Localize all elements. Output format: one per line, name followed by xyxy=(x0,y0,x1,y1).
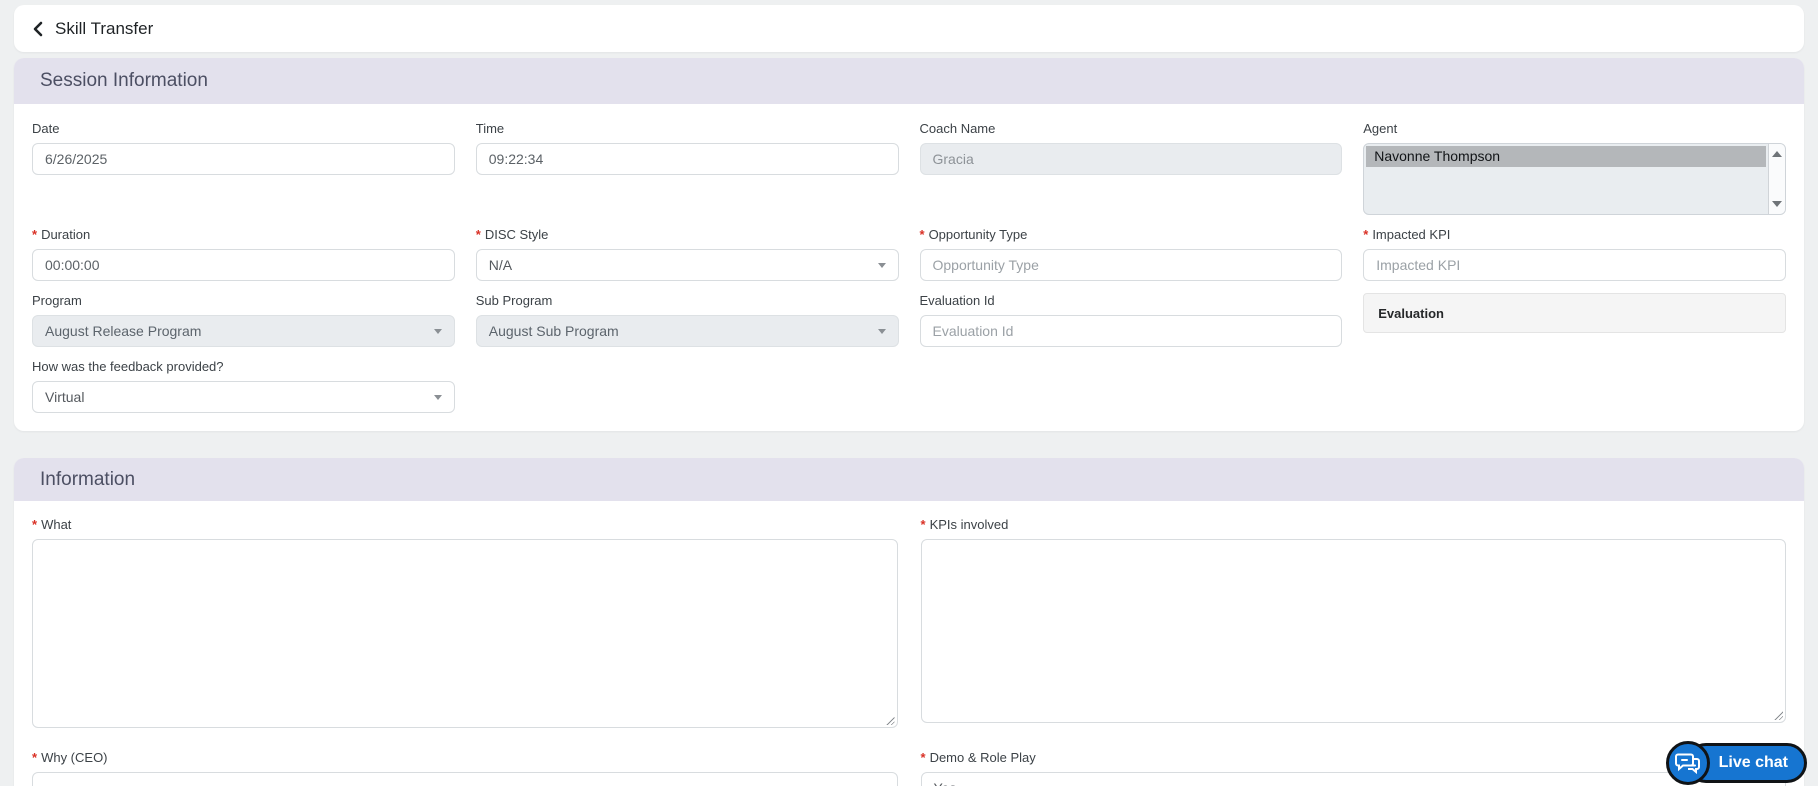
sub-program-value: August Sub Program xyxy=(488,323,619,339)
information-card: Information * What * KPIs involved * Why… xyxy=(14,458,1804,786)
demo-role-play-label: * Demo & Role Play xyxy=(920,750,1036,765)
date-label: Date xyxy=(32,121,60,136)
coach-name-input xyxy=(919,143,1343,175)
time-input[interactable] xyxy=(475,143,899,175)
coach-name-label: Coach Name xyxy=(919,121,996,136)
field-feedback-provided: How was the feedback provided? Virtual xyxy=(32,359,455,413)
information-section-title: Information xyxy=(40,468,136,490)
field-evaluation-id: Evaluation Id xyxy=(919,293,1343,347)
scroll-up-button[interactable] xyxy=(1769,146,1785,162)
speech-bubbles-icon xyxy=(1674,753,1700,775)
live-chat-widget[interactable]: Live chat xyxy=(1665,741,1807,785)
form-row-3: Program August Release Program Sub Progr… xyxy=(32,293,1786,347)
field-evaluation: Evaluation xyxy=(1363,293,1786,333)
sub-program-label: Sub Program xyxy=(475,293,553,308)
field-why-ceo: * Why (CEO) xyxy=(32,750,898,786)
field-agent: Agent Navonne Thompson xyxy=(1363,121,1786,215)
chevron-down-icon xyxy=(433,328,442,334)
program-value: August Release Program xyxy=(45,323,202,339)
program-select: August Release Program xyxy=(32,315,455,347)
agent-listbox[interactable]: Navonne Thompson xyxy=(1363,143,1786,215)
duration-input[interactable] xyxy=(32,249,455,281)
field-duration: * Duration xyxy=(32,227,455,281)
feedback-provided-label: How was the feedback provided? xyxy=(32,359,224,374)
required-marker: * xyxy=(32,517,38,532)
information-header: Information xyxy=(14,458,1804,501)
kpis-involved-label: * KPIs involved xyxy=(920,517,1009,532)
date-input[interactable] xyxy=(32,143,455,175)
sub-program-select: August Sub Program xyxy=(475,315,899,347)
information-body: * What * KPIs involved * Why (CEO) * Dem… xyxy=(14,501,1804,786)
evaluation-panel-label: Evaluation xyxy=(1378,305,1444,321)
session-information-body: Date Time Coach Name Agent Navonne Thomp… xyxy=(14,104,1804,431)
disc-style-label: * DISC Style xyxy=(475,227,549,242)
listbox-scrollbar[interactable] xyxy=(1768,144,1785,214)
required-marker: * xyxy=(919,227,925,242)
chevron-down-icon xyxy=(877,262,886,268)
form-row-2: *Duration *DISC Style N/A *Opportunity T… xyxy=(32,227,1786,281)
impacted-kpi-label: * Impacted KPI xyxy=(1363,227,1451,242)
live-chat-label: Live chat xyxy=(1718,754,1788,771)
agent-label: Agent xyxy=(1363,121,1398,136)
triangle-down-icon xyxy=(1772,201,1782,207)
field-date: Date xyxy=(32,121,455,175)
chevron-left-icon xyxy=(33,21,43,36)
what-label: * What xyxy=(32,517,72,532)
field-disc-style: * DISC Style N/A xyxy=(475,227,899,281)
required-marker: * xyxy=(32,750,38,765)
back-button[interactable] xyxy=(31,21,45,37)
info-row-2: *Why (CEO) *Demo & Role Play Yes xyxy=(32,750,1786,786)
chevron-down-icon xyxy=(433,394,442,400)
required-marker: * xyxy=(32,227,38,242)
page-title: Skill Transfer xyxy=(55,18,154,38)
agent-selected-option[interactable]: Navonne Thompson xyxy=(1366,146,1766,167)
why-ceo-label: * Why (CEO) xyxy=(32,750,108,765)
evaluation-id-input[interactable] xyxy=(919,315,1343,347)
field-demo-role-play: *Demo & Role Play Yes xyxy=(920,750,1786,786)
opportunity-type-input[interactable] xyxy=(919,249,1343,281)
opportunity-type-label: * Opportunity Type xyxy=(919,227,1028,242)
required-marker: * xyxy=(475,227,481,242)
evaluation-id-label: Evaluation Id xyxy=(919,293,995,308)
why-ceo-textarea[interactable] xyxy=(32,772,898,786)
required-marker: * xyxy=(1363,227,1369,242)
required-marker: * xyxy=(920,517,926,532)
disc-style-value: N/A xyxy=(488,257,513,273)
session-information-header: Session Information xyxy=(14,58,1804,104)
kpis-involved-textarea[interactable] xyxy=(920,539,1786,723)
field-time: Time xyxy=(475,121,899,175)
feedback-provided-select[interactable]: Virtual xyxy=(32,381,455,413)
demo-role-play-select[interactable]: Yes xyxy=(920,772,1786,786)
form-row-4: How was the feedback provided? Virtual xyxy=(32,359,1786,413)
required-marker: * xyxy=(920,750,926,765)
evaluation-panel: Evaluation xyxy=(1363,293,1786,333)
what-textarea[interactable] xyxy=(32,539,898,728)
demo-role-play-value: Yes xyxy=(934,780,957,786)
live-chat-button[interactable] xyxy=(1665,741,1710,785)
field-sub-program: Sub Program August Sub Program xyxy=(475,293,899,347)
triangle-up-icon xyxy=(1772,151,1782,157)
scroll-down-button[interactable] xyxy=(1769,196,1785,212)
field-opportunity-type: * Opportunity Type xyxy=(919,227,1343,281)
feedback-provided-value: Virtual xyxy=(45,389,85,405)
disc-style-select[interactable]: N/A xyxy=(475,249,899,281)
session-information-card: Session Information Date Time Coach Name xyxy=(14,58,1804,431)
field-impacted-kpi: * Impacted KPI xyxy=(1363,227,1786,281)
info-row-1: * What * KPIs involved xyxy=(32,517,1786,728)
session-section-title: Session Information xyxy=(40,70,208,91)
field-kpis-involved: * KPIs involved xyxy=(920,517,1786,723)
field-program: Program August Release Program xyxy=(32,293,455,347)
form-row-1: Date Time Coach Name Agent Navonne Thomp… xyxy=(32,121,1786,215)
field-what: * What xyxy=(32,517,898,728)
time-label: Time xyxy=(475,121,505,136)
impacted-kpi-input[interactable] xyxy=(1363,249,1786,281)
program-label: Program xyxy=(32,293,82,308)
title-bar: Skill Transfer xyxy=(14,5,1804,52)
chevron-down-icon xyxy=(877,328,886,334)
field-coach-name: Coach Name xyxy=(919,121,1343,175)
page: Skill Transfer Session Information Date … xyxy=(0,0,1818,786)
duration-label: * Duration xyxy=(32,227,91,242)
